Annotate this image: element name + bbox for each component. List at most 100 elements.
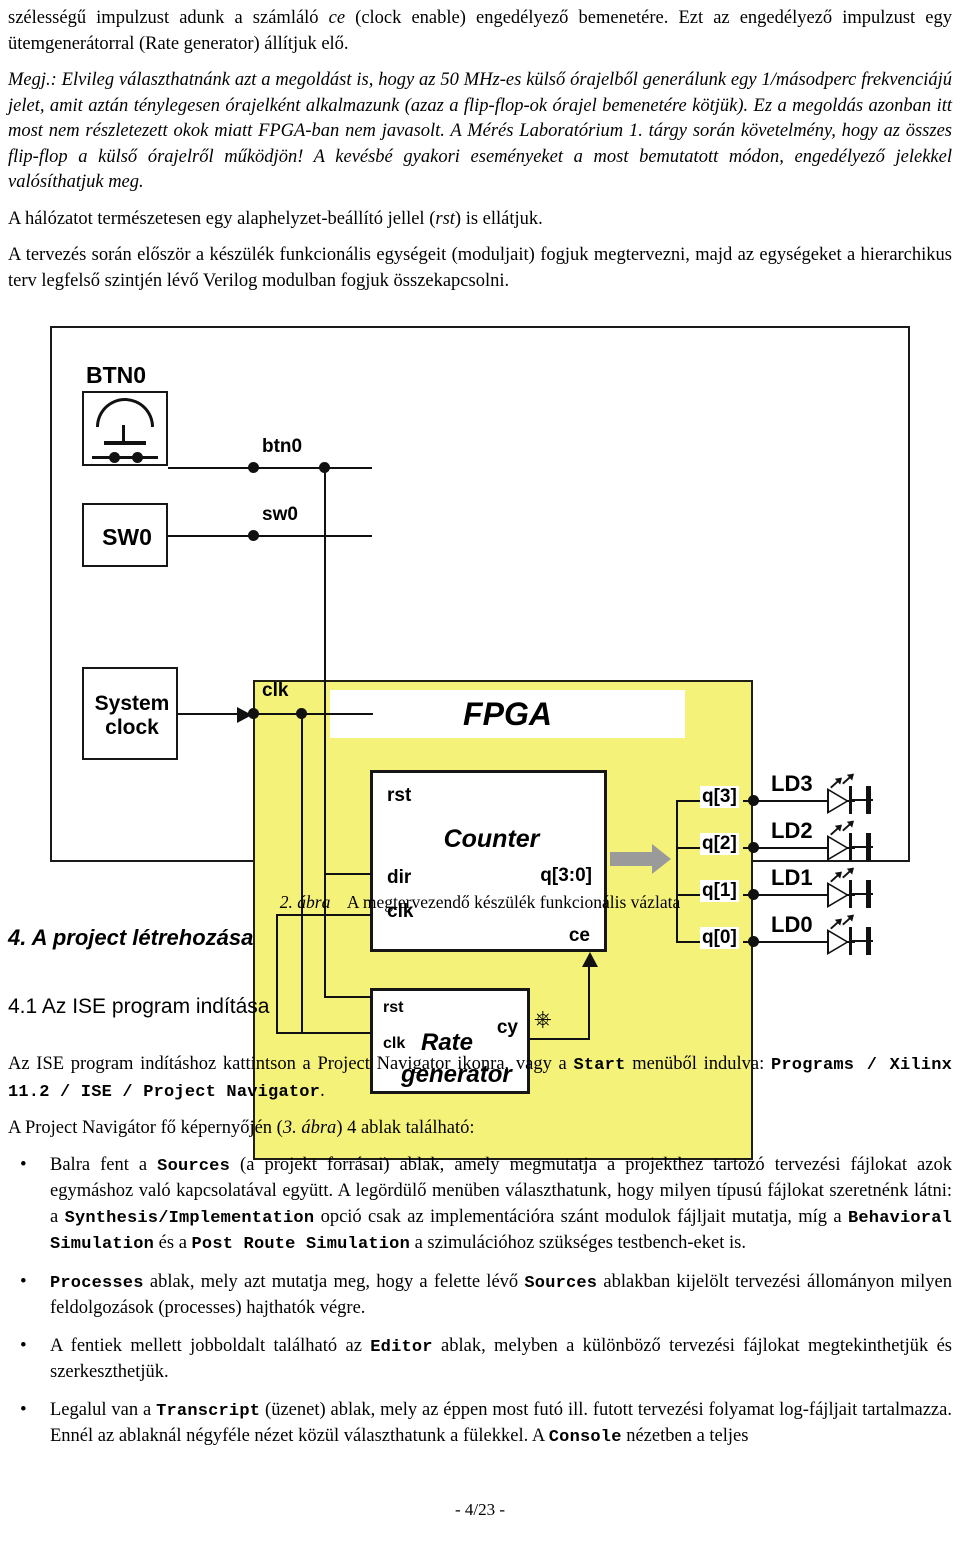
junction-q2-pin	[748, 842, 759, 853]
inline-italic-ce: ce	[328, 8, 346, 28]
keyword-sources: Sources	[157, 1156, 230, 1176]
list-item: Balra fent a Sources (a projekt forrásai…	[8, 1152, 952, 1258]
junction-q3-pin	[748, 795, 759, 806]
bus-fanout-spine	[676, 800, 678, 942]
wire-clk-to-rategen	[301, 713, 373, 715]
junction-q0-pin	[748, 936, 759, 947]
top-text-block: szélességű impulzust adunk a számláló ce…	[8, 6, 952, 305]
paragraph-ise-start: Az ISE program indításhoz kattintson a P…	[8, 1052, 952, 1105]
pulse-waveform-icon: ⎈	[534, 1006, 552, 1031]
counter-title: Counter	[443, 825, 540, 853]
btn0-label: BTN0	[86, 362, 147, 388]
inline-italic-rst: rst	[435, 208, 455, 229]
led-terminal-ld2	[866, 833, 871, 861]
keyword-processes: Processes	[50, 1273, 144, 1293]
led-label-ld1: LD1	[771, 865, 813, 890]
text-run: és a	[154, 1233, 192, 1253]
sw0-label: SW0	[102, 523, 152, 550]
section-heading: 4. A project létrehozása	[8, 925, 254, 950]
text-run: Balra fent a	[50, 1154, 158, 1175]
wire-cy-out	[530, 1038, 590, 1040]
paragraph-note: Megj.: Elvileg választhatnánk azt a mego…	[8, 68, 952, 196]
system-clock-label-line2: clock	[105, 715, 159, 739]
paragraph-navigator-windows: A Project Navigátor fő képernyőjén (3. á…	[8, 1116, 952, 1142]
wire-counter-clk-riser	[276, 914, 278, 1032]
text-run: Az ISE program indításhoz kattintson a P…	[8, 1054, 574, 1074]
text-run: menüből indulva:	[625, 1054, 771, 1074]
keyword-synthesis-implementation: Synthesis/Implementation	[64, 1208, 315, 1228]
text-run: ) is ellátjuk.	[454, 208, 543, 229]
net-label-clk: clk	[262, 680, 289, 701]
keyword-sources-2: Sources	[524, 1273, 598, 1293]
paragraph-design-flow: A tervezés során először a készülék funk…	[8, 245, 952, 291]
system-clock-label-line1: System	[94, 691, 170, 715]
text-run: opció csak az implementációra szánt modu…	[314, 1206, 848, 1227]
window-description-list: Balra fent a Sources (a projekt forrásai…	[8, 1152, 952, 1451]
led-emission-arrows	[829, 862, 859, 883]
system-clock-labels: System clock	[84, 669, 180, 762]
text-run: nézetben a teljes	[621, 1426, 749, 1446]
lower-text-block: Az ISE program indításhoz kattintson a P…	[8, 1052, 952, 1463]
rate-generator-port-cy: cy	[496, 1017, 518, 1038]
led-emission-arrows	[829, 768, 859, 789]
net-label-btn0: btn0	[262, 436, 303, 457]
text-run: Legalul van a	[50, 1399, 157, 1420]
wire-sw0-to-counter-dir	[324, 873, 372, 875]
note-label: Megj.: Elvileg választhatnánk azt a mego…	[8, 70, 952, 192]
keyword-transcript: Transcript	[156, 1401, 261, 1421]
paragraph-ce-input: szélességű impulzust adunk a számláló ce…	[8, 6, 952, 57]
counter-port-ce: ce	[568, 925, 590, 946]
figure-caption: 2. ábra A megtervezendő készülék funkcio…	[0, 892, 960, 913]
system-clock-box: System clock	[82, 667, 178, 760]
counter-port-q: q[3:0]	[540, 865, 592, 886]
list-item: Processes ablak, mely azt mutatja meg, h…	[8, 1269, 952, 1322]
text-run: ablak, mely azt mutatja meg, hogy a fele…	[143, 1271, 525, 1292]
document-page: szélességű impulzust adunk a számláló ce…	[0, 0, 960, 1554]
wire-counter-clk-in	[276, 914, 372, 916]
bus-arrow-q	[610, 844, 671, 874]
text-run: a szimulációhoz szükséges testbench-eket…	[409, 1233, 746, 1253]
sw0-symbol-box: SW0	[82, 503, 168, 567]
rate-generator-port-clk: clk	[383, 1035, 406, 1052]
counter-port-dir: dir	[387, 867, 412, 888]
wire-sw0-inside	[253, 535, 372, 537]
keyword-editor: Editor	[370, 1337, 433, 1357]
text-run: szélességű impulzust adunk a számláló	[8, 8, 329, 28]
text-run: .	[320, 1080, 325, 1101]
wire-clk-rategen-in	[301, 1032, 371, 1034]
page-number: - 4/23 -	[454, 1500, 506, 1519]
junction-btn0-boundary	[248, 462, 259, 473]
wire-dir-riser	[324, 535, 326, 875]
wire-clk-riser	[301, 713, 303, 1033]
fpga-title: FPGA	[463, 695, 552, 732]
text-run: A hálózatot természetesen egy alaphelyze…	[8, 208, 436, 229]
counter-block: rst Counter dir clk q[3:0] ce	[370, 770, 607, 952]
led-emission-arrows	[829, 815, 859, 836]
keyword-post-route-simulation: Post Route Simulation	[191, 1235, 410, 1254]
led-label-ld3: LD3	[771, 771, 813, 796]
wire-sysclk-out	[178, 713, 238, 715]
text-run: ) 4 ablak található:	[336, 1118, 475, 1138]
wire-counter-clk-tap	[276, 1032, 303, 1034]
keyword-start: Start	[573, 1056, 626, 1075]
bus-bit-label-q2: q[2]	[700, 833, 739, 855]
subsection-heading: 4.1 Az ISE program indítása	[8, 995, 270, 1018]
net-label-sw0: sw0	[262, 504, 298, 525]
btn0-symbol-box	[82, 391, 168, 466]
bus-bit-label-q3: q[3]	[700, 786, 739, 808]
figure-caption-text: A megtervezendő készülék funkcionális vá…	[346, 892, 681, 912]
led-label-ld2: LD2	[771, 818, 813, 843]
keyword-console: Console	[548, 1428, 622, 1447]
text-run: A Project Navigátor fő képernyőjén (	[8, 1118, 283, 1138]
figure-block-diagram: FPGA BTN0 SW0 System clock rst Counter d…	[0, 322, 960, 1160]
wire-cy-riser	[588, 964, 590, 1040]
figure-reference: 3. ábra	[282, 1118, 337, 1138]
rate-generator-port-rst: rst	[383, 999, 404, 1016]
wire-btn0	[168, 467, 372, 469]
led-label-ld0: LD0	[771, 912, 813, 937]
figure-caption-number: 2. ábra	[279, 892, 331, 912]
list-item: A fentiek mellett jobboldalt található a…	[8, 1333, 952, 1386]
list-item: Legalul van a Transcript (üzenet) ablak,…	[8, 1397, 952, 1451]
paragraph-rst: A hálózatot természetesen egy alaphelyze…	[8, 207, 952, 233]
counter-port-rst: rst	[387, 785, 412, 806]
